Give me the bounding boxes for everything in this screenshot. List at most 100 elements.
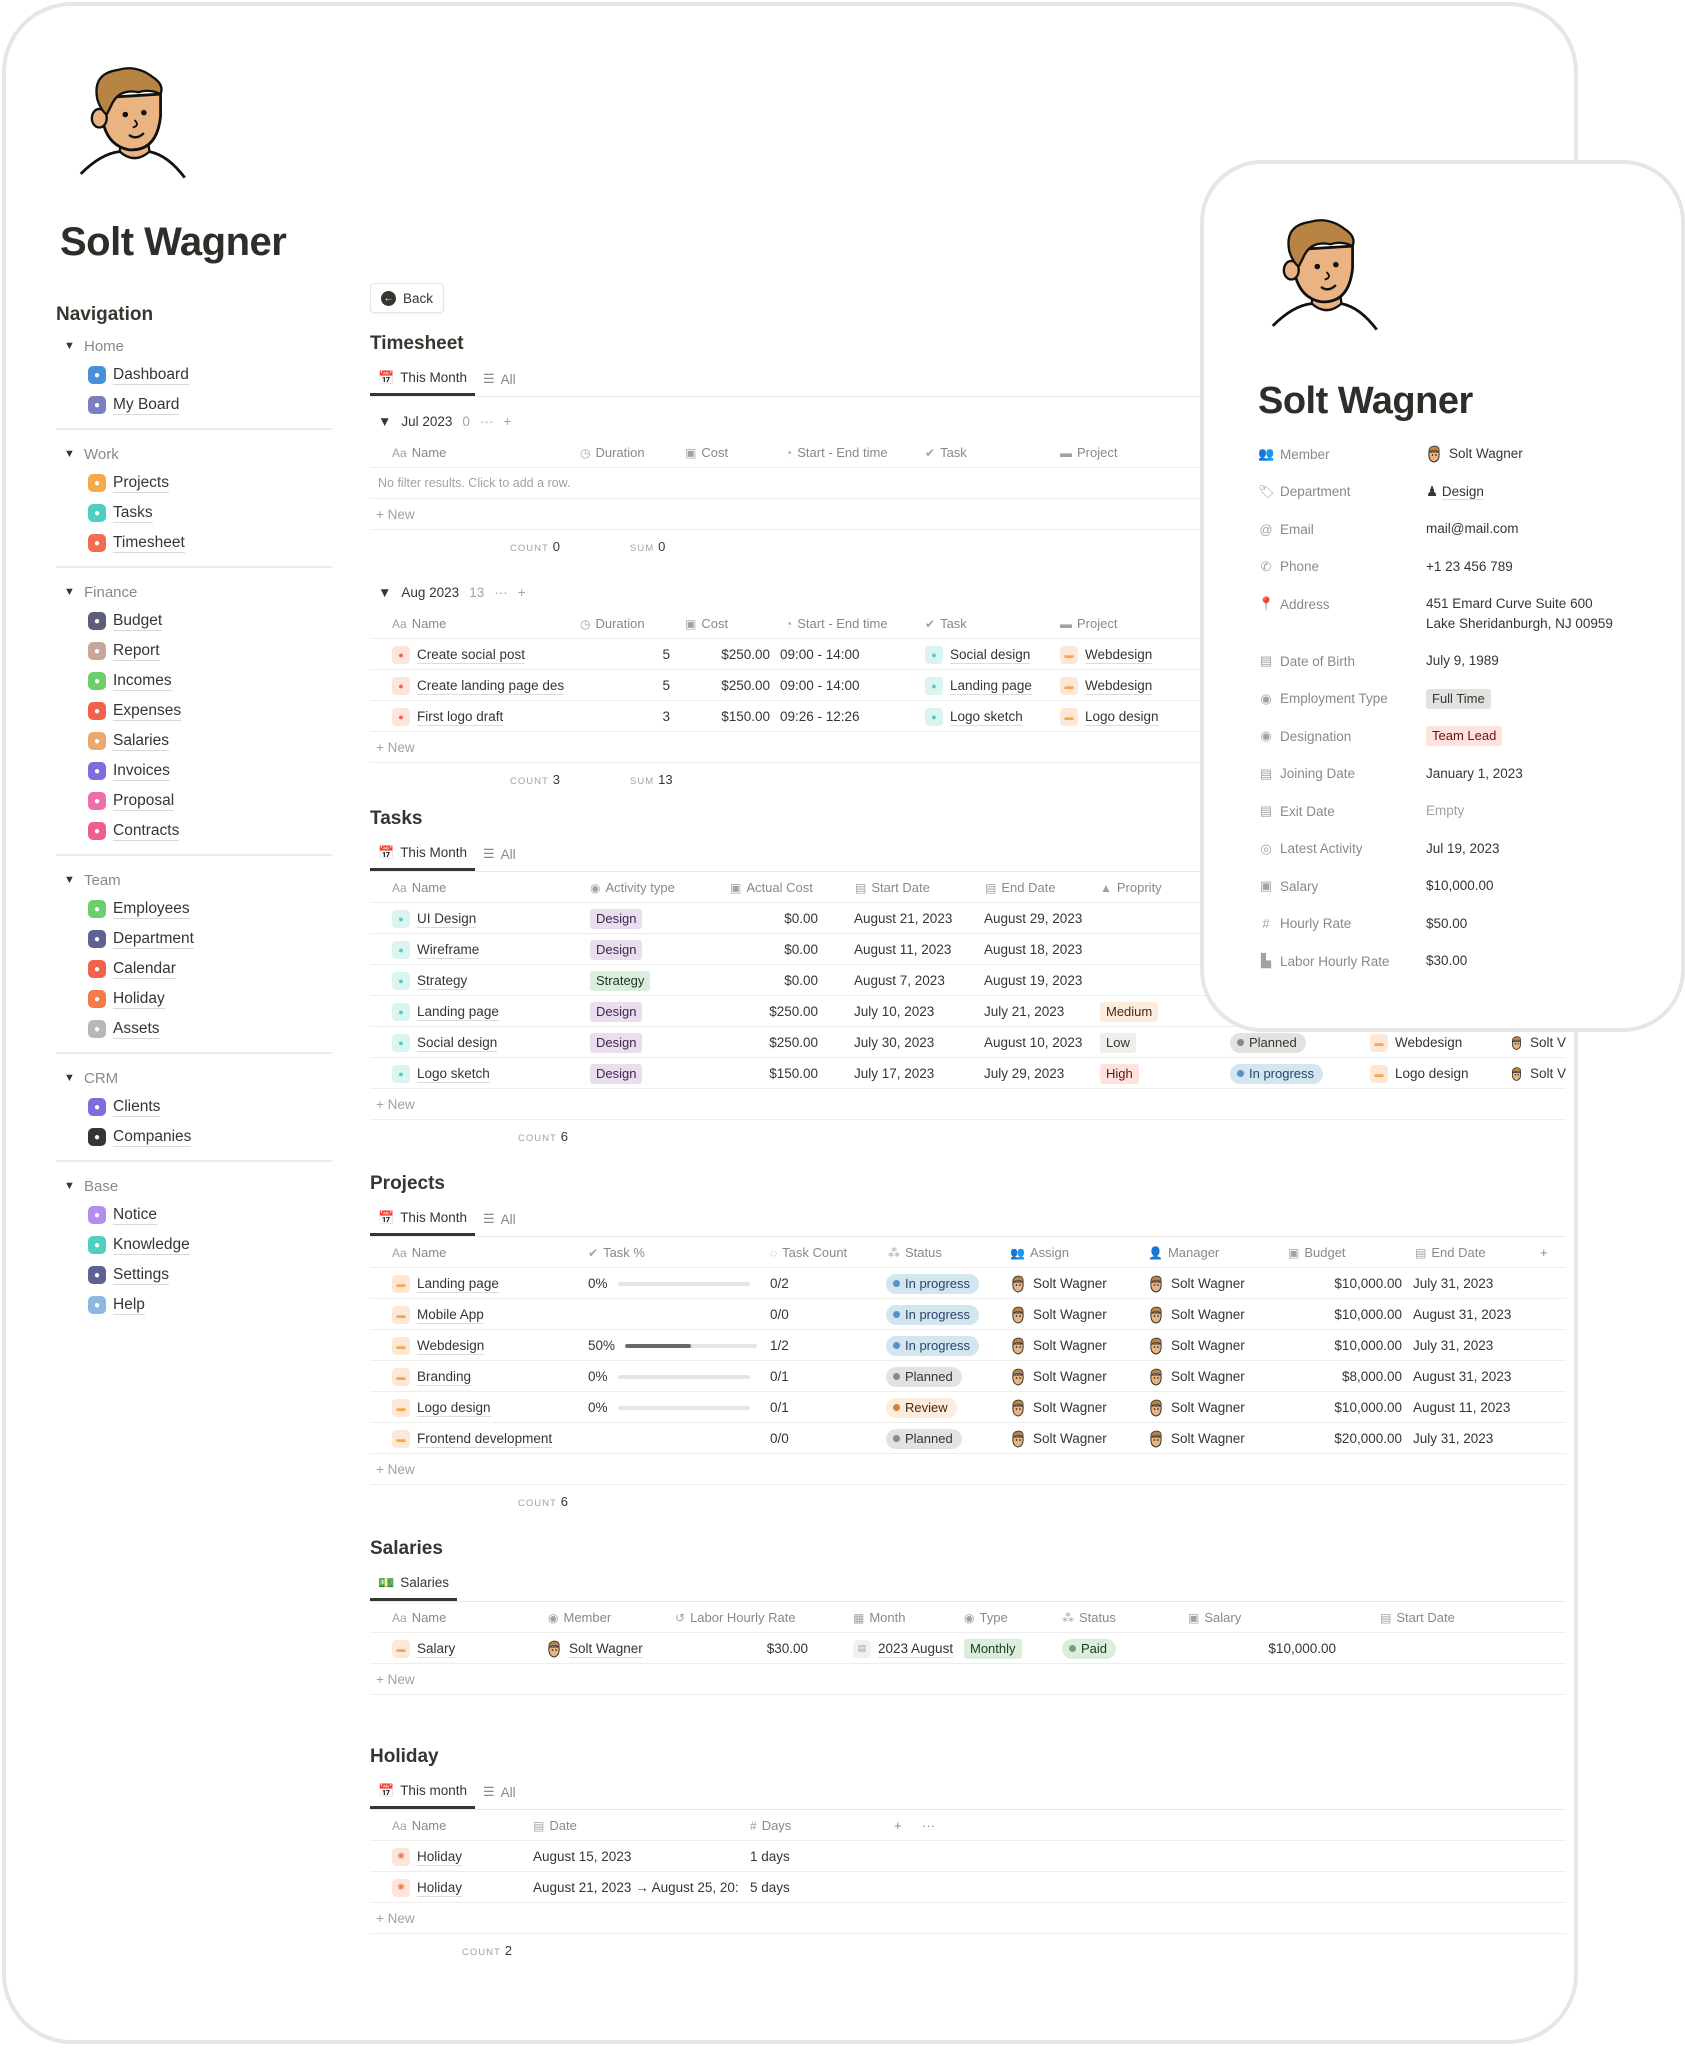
property-value[interactable]: +1 23 456 789 [1426,557,1513,577]
tab-all[interactable]: ☰ All [475,837,524,871]
nav-group-toggle-team[interactable]: ▼ Team [56,866,332,894]
column-header-member[interactable]: ◉ Member [548,1602,668,1633]
calc-sum[interactable]: SUM 13 [630,772,673,787]
column-header-activity-type[interactable]: ◉ Activity type [590,872,710,903]
new-row-button[interactable]: + New [370,1903,1566,1934]
column-header-duration[interactable]: ◷ Duration [580,608,680,639]
entry-name[interactable]: First logo draft [417,708,504,726]
tab-all[interactable]: ☰ All [475,1775,524,1809]
table-row[interactable]: ▬ Webdesign 50% 1/2 In progress Solt Wagner So… [370,1330,1566,1361]
sidebar-item-my-board[interactable]: ● My Board [56,390,332,420]
column-header-status[interactable]: ⁂ Status [1062,1602,1152,1633]
column-header-salary[interactable]: ▣ Salary [1188,1602,1288,1633]
project-link[interactable]: Logo design [1085,708,1159,726]
entry-name[interactable]: Create landing page des [417,677,565,695]
member-link[interactable]: Solt Wagner [569,1640,643,1658]
property-value[interactable]: January 1, 2023 [1426,764,1523,784]
column-header-task[interactable]: ✔ Task [925,608,1065,639]
tab-this-month[interactable]: 📅 This month [370,1775,475,1809]
column-header-task-count[interactable]: ◌ Task Count [770,1237,880,1268]
table-row[interactable]: ▬ Salary Solt Wagner $30.00 ▤ 2023 August Mont… [370,1633,1566,1664]
calc-count[interactable]: COUNT 2 [462,1943,512,1958]
add-column-icon[interactable]: + [1540,1245,1548,1260]
sidebar-item-department[interactable]: ● Department [56,924,332,954]
column-header-cost[interactable]: ▣ Cost [685,608,775,639]
sidebar-item-proposal[interactable]: ● Proposal [56,786,332,816]
property-value[interactable]: $10,000.00 [1426,876,1494,896]
table-row[interactable]: ▬ Mobile App 0/0 In progress Solt Wagner Solt… [370,1299,1566,1330]
nav-group-toggle-crm[interactable]: ▼ CRM [56,1064,332,1092]
department-link[interactable]: Design [1441,483,1484,500]
column-header-start-date[interactable]: ▤ Start Date [1380,1602,1490,1633]
property-value[interactable]: Solt Wagner [1426,444,1523,464]
column-header-labor-hourly-rate[interactable]: ↺ Labor Hourly Rate [675,1602,825,1633]
column-header-status[interactable]: ⁂ Status [888,1237,998,1268]
column-header-name[interactable]: Aa Name [392,1810,512,1841]
nav-group-toggle-base[interactable]: ▼ Base [56,1172,332,1200]
task-link[interactable]: Landing page [950,677,1032,695]
column-header-end-date[interactable]: ▤ End Date [1415,1237,1525,1268]
calc-count[interactable]: COUNT 6 [518,1129,568,1144]
task-name[interactable]: UI Design [417,910,477,928]
project-link[interactable]: Webdesign [1085,646,1153,664]
tab-salaries[interactable]: 💵 Salaries [370,1567,457,1601]
table-row[interactable]: ✺ Holiday August 15, 2023 1 days [370,1841,1566,1872]
task-name[interactable]: Strategy [417,972,468,990]
holiday-name[interactable]: Holiday [417,1879,463,1897]
property-value[interactable]: 451 Emard Curve Suite 600 Lake Sheridanbu… [1426,594,1613,634]
add-column-icon[interactable]: + [894,1818,902,1833]
caret-down-icon[interactable]: ▼ [378,585,391,600]
property-value[interactable]: $30.00 [1426,951,1467,971]
column-header-type[interactable]: ◉ Type [964,1602,1054,1633]
project-link[interactable]: Webdesign [1395,1035,1462,1050]
back-button[interactable]: ← Back [370,283,445,313]
property-value[interactable]: $50.00 [1426,914,1467,934]
column-header-task[interactable]: ✔ Task % [588,1237,708,1268]
add-icon[interactable]: + [518,585,526,600]
property-value[interactable]: ♟ Design [1426,482,1484,502]
add-icon[interactable]: + [503,414,511,429]
sidebar-item-calendar[interactable]: ● Calendar [56,954,332,984]
sidebar-item-settings[interactable]: ● Settings [56,1260,332,1290]
sidebar-item-assets[interactable]: ● Assets [56,1014,332,1044]
column-header-name[interactable]: Aa Name [392,1237,572,1268]
task-link[interactable]: Logo sketch [950,708,1023,726]
tab-this-month[interactable]: 📅 This Month [370,837,475,871]
tab-all[interactable]: ☰ All [475,362,524,396]
holiday-name[interactable]: Holiday [417,1848,463,1866]
sidebar-item-timesheet[interactable]: ● Timesheet [56,528,332,558]
project-link[interactable]: Logo design [1395,1066,1469,1081]
property-value[interactable]: mail@mail.com [1426,519,1518,539]
task-name[interactable]: Wireframe [417,941,480,959]
column-header-date[interactable]: ▤ Date [533,1810,683,1841]
project-name[interactable]: Mobile App [417,1306,484,1324]
property-value[interactable]: Full Time [1426,688,1491,709]
nav-group-toggle-home[interactable]: ▼ Home [56,332,332,360]
task-link[interactable]: Social design [950,646,1031,664]
project-name[interactable]: Branding [417,1368,472,1386]
column-header-project[interactable]: ▬ Project [1060,437,1190,468]
column-header-name[interactable]: Aa Name [392,872,572,903]
more-options-icon[interactable]: ··· [922,1818,935,1833]
column-header-assign[interactable]: 👥 Assign [1010,1237,1120,1268]
column-header-budget[interactable]: ▣ Budget [1288,1237,1388,1268]
column-header-start-date[interactable]: ▤ Start Date [855,872,965,903]
column-header-start-end-time[interactable]: ◔ Start - End time [785,437,925,468]
calc-count[interactable]: COUNT 3 [510,772,560,787]
sidebar-item-holiday[interactable]: ● Holiday [56,984,332,1014]
sidebar-item-report[interactable]: ● Report [56,636,332,666]
project-name[interactable]: Landing page [417,1275,499,1293]
nav-group-toggle-work[interactable]: ▼ Work [56,440,332,468]
sidebar-item-expenses[interactable]: ● Expenses [56,696,332,726]
project-link[interactable]: Webdesign [1085,677,1153,695]
tab-this-month[interactable]: 📅 This Month [370,1202,475,1236]
more-options-icon[interactable]: ··· [480,414,494,429]
sidebar-item-tasks[interactable]: ● Tasks [56,498,332,528]
column-header-project[interactable]: ▬ Project [1060,608,1190,639]
sidebar-item-help[interactable]: ● Help [56,1290,332,1320]
column-header-days[interactable]: # Days [750,1810,850,1841]
sidebar-item-budget[interactable]: ● Budget [56,606,332,636]
month-link[interactable]: 2023 August [878,1640,954,1658]
project-name[interactable]: Frontend development [417,1430,553,1448]
column-header-proprity[interactable]: ▲ Proprity [1100,872,1200,903]
